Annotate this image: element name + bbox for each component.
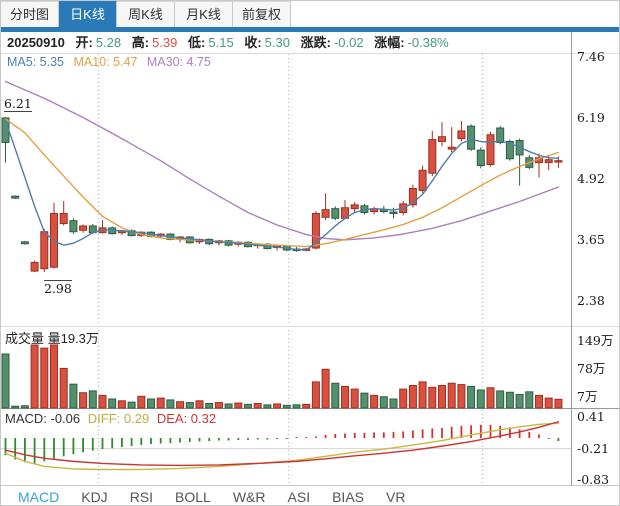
tab-weekly-kline[interactable]: 周K线 (117, 1, 175, 28)
low-label: 低: (188, 35, 206, 50)
high-value: 5.39 (152, 35, 178, 50)
tab-daily-kline[interactable]: 日K线 (59, 1, 117, 28)
trade-date: 20250910 (7, 35, 65, 50)
ma5-legend: MA5: 5.35 (7, 55, 64, 69)
price-tick-5: 2.38 (577, 293, 605, 308)
ma-legend: MA5: 5.35 MA10: 5.47 MA30: 4.75 (7, 55, 217, 69)
tab-time-sharing[interactable]: 分时图 (1, 1, 59, 28)
close-label: 收: (244, 35, 262, 50)
open-value: 5.28 (95, 35, 122, 50)
price-tick-2: 6.19 (577, 110, 605, 125)
indicator-tabbar: MACD KDJ RSI BOLL W&R ASI BIAS VR (1, 486, 619, 505)
diff-value-label: DIFF: 0.29 (87, 411, 150, 426)
indicator-tab-vr[interactable]: VR (386, 489, 405, 505)
price-tick-3: 4.92 (577, 171, 605, 186)
indicator-tab-wr[interactable]: W&R (233, 489, 266, 505)
indicator-tab-asi[interactable]: ASI (288, 489, 311, 505)
kline-chart-canvas[interactable] (1, 1, 620, 506)
indicator-tab-rsi[interactable]: RSI (130, 489, 153, 505)
change-pct-value: -0.38% (407, 35, 449, 50)
ohlc-header: 20250910 开: 5.28 高: 5.39 低: 5.15 收: 5.30 涨跌:… (1, 32, 619, 53)
volume-label: 成交量 量19.3万 (5, 331, 99, 346)
kline-app-window: 分时图 日K线 周K线 月K线 前复权 20250910 开: 5.28 高: 5.… (0, 0, 620, 506)
macd-value-label: MACD: -0.06 (5, 411, 81, 426)
dea-value-label: DEA: 0.32 (156, 411, 217, 426)
macd-legend: MACD: -0.06 DIFF: 0.29 DEA: 0.32 (5, 411, 220, 426)
ma30-legend: MA30: 4.75 (146, 55, 211, 69)
indicator-tab-kdj[interactable]: KDJ (81, 489, 107, 505)
ma10-legend: MA10: 5.47 (73, 55, 138, 69)
indicator-tab-bias[interactable]: BIAS (332, 489, 364, 505)
change-pct-label: 涨幅: (374, 35, 405, 50)
indicator-tab-boll[interactable]: BOLL (175, 489, 211, 505)
tab-monthly-kline[interactable]: 月K线 (175, 1, 233, 28)
close-value: 5.30 (264, 35, 290, 50)
period-low-annotation: 2.98 (44, 280, 72, 296)
macd-tick-1: 0.41 (577, 409, 605, 424)
chart-type-tabbar: 分时图 日K线 周K线 月K线 前复权 (1, 1, 619, 28)
period-high-annotation: 6.21 (4, 96, 32, 112)
tab-forward-adjusted[interactable]: 前复权 (233, 1, 291, 28)
price-tick-4: 3.65 (577, 232, 605, 247)
volume-tick-3: 7万 (577, 389, 598, 404)
volume-tick-2: 78万 (577, 361, 606, 376)
macd-tick-2: -0.21 (577, 441, 610, 456)
open-label: 开: (75, 35, 93, 50)
change-label: 涨跌: (300, 35, 331, 50)
macd-tick-3: -0.83 (577, 472, 610, 487)
volume-tick-1: 149万 (577, 333, 614, 348)
high-label: 高: (131, 35, 150, 50)
change-value: -0.02 (333, 35, 364, 50)
price-tick-1: 7.46 (577, 49, 605, 64)
indicator-tab-macd[interactable]: MACD (18, 489, 59, 505)
low-value: 5.15 (208, 35, 234, 50)
